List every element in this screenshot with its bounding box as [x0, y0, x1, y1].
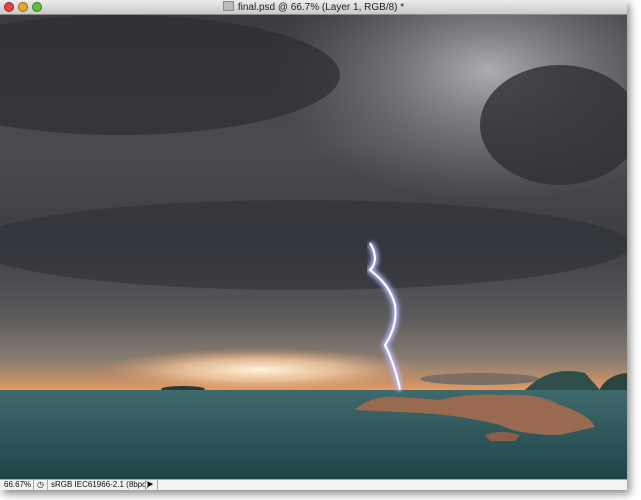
- window-title-wrap: final.psd @ 66.7% (Layer 1, RGB/8) *: [0, 1, 627, 13]
- clock-icon[interactable]: ◷: [37, 480, 44, 490]
- divider: [33, 480, 34, 490]
- document-icon: [222, 1, 234, 11]
- triangle-right-icon[interactable]: ▶: [148, 480, 153, 490]
- status-bar: 66.67% ◷ sRGB IEC61966-2.1 (8bpc) ▶: [0, 479, 627, 490]
- zoom-level[interactable]: 66.67%: [4, 480, 31, 490]
- color-profile: sRGB IEC61966-2.1 (8bpc): [51, 480, 149, 489]
- title-bar[interactable]: final.psd @ 66.7% (Layer 1, RGB/8) *: [0, 0, 627, 15]
- window-title: final.psd @ 66.7% (Layer 1, RGB/8) *: [237, 2, 405, 13]
- divider: [145, 480, 146, 490]
- divider: [47, 480, 48, 490]
- image-canvas[interactable]: [0, 15, 627, 479]
- divider: [157, 480, 158, 490]
- storm-photo: [0, 15, 627, 479]
- document-window: final.psd @ 66.7% (Layer 1, RGB/8) * 66.…: [0, 0, 627, 490]
